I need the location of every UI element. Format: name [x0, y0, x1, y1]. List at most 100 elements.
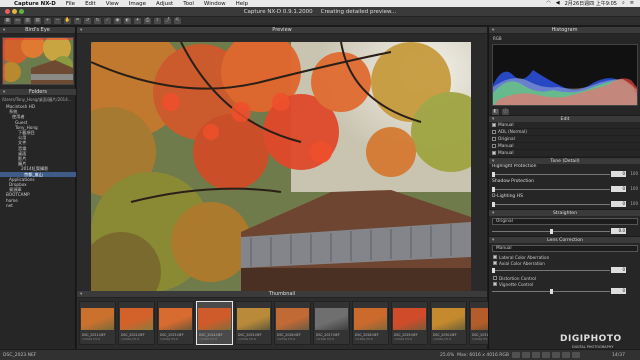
close-window-button[interactable]: [5, 9, 10, 14]
thumbnail-item[interactable]: DSC_2029.NEF 1/200s f/5.6: [391, 301, 428, 345]
compare-icon[interactable]: ▥: [24, 18, 31, 24]
straighten-header[interactable]: ▾ Straighten: [489, 209, 640, 216]
lens-slider[interactable]: 0: [492, 266, 638, 275]
browser-mode-icon[interactable]: [512, 352, 520, 358]
filmstrip-icon[interactable]: [522, 352, 530, 358]
edit-header[interactable]: ▾ Edit: [489, 115, 640, 122]
compare-mode-icon[interactable]: [552, 352, 560, 358]
zoom-in-icon[interactable]: +: [44, 18, 51, 24]
collapse-icon[interactable]: ▾: [492, 28, 494, 33]
white-balance-icon[interactable]: ◐: [124, 18, 131, 24]
thumbnail-item[interactable]: DSC_2023.NEF 1/200s f/5.6: [157, 301, 194, 345]
color-picker-icon[interactable]: ◉: [114, 18, 121, 24]
menu-file[interactable]: File: [61, 1, 80, 7]
edit-step-checkbox[interactable]: [492, 137, 496, 141]
tone-slider[interactable]: 0 100: [492, 200, 638, 209]
single-view-icon[interactable]: ▭: [14, 18, 21, 24]
zoom-out-icon[interactable]: −: [54, 18, 61, 24]
edit-step-checkbox[interactable]: [492, 130, 496, 134]
thumbnail-icon[interactable]: ▤: [34, 18, 41, 24]
dust-off-icon[interactable]: ✦: [134, 18, 141, 24]
tone-slider[interactable]: 0 100: [492, 170, 638, 179]
label-icon[interactable]: [562, 352, 570, 358]
slider-knob[interactable]: [550, 289, 553, 294]
straighten-value[interactable]: 0.0: [611, 228, 626, 234]
minimize-window-button[interactable]: [12, 9, 17, 14]
birdseye-view[interactable]: [2, 37, 74, 85]
slider-knob[interactable]: [492, 172, 495, 177]
vignette-slider[interactable]: 0: [492, 287, 638, 296]
collapse-icon[interactable]: ▾: [3, 28, 5, 33]
slider-knob[interactable]: [550, 229, 553, 234]
histogram-header[interactable]: ▾ Histogram: [489, 27, 640, 34]
notification-icon[interactable]: ≡: [630, 0, 634, 7]
thumbnail-item[interactable]: DSC_2026.NEF 1/250s f/5.6: [274, 301, 311, 345]
crop-tool-icon[interactable]: ⌗: [74, 18, 81, 24]
thumbnail-item[interactable]: DSC_2024.NEF 1/200s f/5.6: [196, 301, 233, 345]
edit-step-row[interactable]: Manual: [489, 150, 640, 157]
tone-slider[interactable]: 0 100: [492, 185, 638, 194]
thumbnail-item[interactable]: DSC_2028.NEF 1/160s f/5.6: [352, 301, 389, 345]
convert-icon[interactable]: ⇪: [154, 18, 161, 24]
preview-area[interactable]: [77, 34, 487, 294]
thumbnail-item[interactable]: DSC_2027.NEF 1/160s f/5.6: [313, 301, 350, 345]
birdseye-header[interactable]: ▾ Bird's Eye: [0, 27, 75, 34]
edit-step-row[interactable]: Manual: [489, 143, 640, 150]
zoom-window-button[interactable]: [19, 9, 24, 14]
menu-window[interactable]: Window: [199, 1, 231, 7]
menu-image[interactable]: Image: [124, 1, 151, 7]
slider-value[interactable]: 0: [611, 171, 626, 177]
straighten-slider[interactable]: 0.0: [492, 227, 638, 236]
menu-edit[interactable]: Edit: [80, 1, 101, 7]
preview-image[interactable]: [91, 42, 471, 294]
edit-step-checkbox[interactable]: [492, 144, 496, 148]
menu-tool[interactable]: Tool: [178, 1, 199, 7]
edit-step-row[interactable]: ADL (Normal): [489, 129, 640, 136]
folders-header[interactable]: ▾ Folders: [0, 89, 76, 96]
search-icon[interactable]: ⌕: [622, 0, 625, 7]
slider-value[interactable]: 0: [611, 201, 626, 207]
thumbnail-item[interactable]: DSC_2022.NEF 1/200s f/5.6: [118, 301, 155, 345]
volume-icon[interactable]: ◀: [556, 0, 560, 7]
tone-detail-header[interactable]: ▾ Tone (Detail): [489, 157, 640, 164]
wifi-icon[interactable]: ◠: [546, 0, 550, 7]
clock[interactable]: 2月26日週四 上午9:05: [565, 0, 617, 7]
open-with-icon[interactable]: ⇱: [174, 18, 181, 24]
folder-item[interactable]: net: [0, 203, 76, 208]
menu-adjust[interactable]: Adjust: [151, 1, 178, 7]
slider-knob[interactable]: [492, 202, 495, 207]
histogram-mode[interactable]: RGB: [493, 36, 502, 41]
rotate-left-icon[interactable]: ↺: [84, 18, 91, 24]
thumbnail-item[interactable]: DSC_2021.NEF 1/200s f/5.6: [79, 301, 116, 345]
slider-knob[interactable]: [492, 187, 495, 192]
collapse-icon[interactable]: ▾: [3, 90, 5, 95]
browser-icon[interactable]: ▦: [4, 18, 11, 24]
slider-knob[interactable]: [492, 268, 495, 273]
hand-tool-icon[interactable]: ✋: [64, 18, 71, 24]
thumbnail-item[interactable]: DSC_2025.NEF 1/250s f/5.6: [235, 301, 272, 345]
thumbnail-item[interactable]: DSC_2030.NEF 1/200s f/5.6: [430, 301, 467, 345]
rotate-right-icon[interactable]: ↻: [94, 18, 101, 24]
straighten-icon[interactable]: ⟋: [104, 18, 111, 24]
print-icon[interactable]: ⎙: [144, 18, 151, 24]
lens-mode-dropdown[interactable]: Manual: [492, 245, 638, 252]
straighten-dropdown[interactable]: Original: [492, 218, 638, 225]
thumbnail-image: [315, 308, 348, 330]
fullscreen-icon[interactable]: [542, 352, 550, 358]
lens-correction-header[interactable]: ▾ Lens Correction: [489, 236, 640, 243]
edit-step-checkbox[interactable]: [492, 151, 496, 155]
vignette-value[interactable]: 0: [611, 288, 626, 294]
share-icon[interactable]: ⤴: [164, 18, 171, 24]
edit-step-row[interactable]: Original: [489, 136, 640, 143]
collapse-icon[interactable]: ▾: [80, 28, 82, 33]
menu-help[interactable]: Help: [231, 1, 254, 7]
rating-icon[interactable]: [572, 352, 580, 358]
edit-step-row[interactable]: Manual: [489, 122, 640, 129]
grid-icon[interactable]: [532, 352, 540, 358]
slider-value[interactable]: 0: [611, 186, 626, 192]
collapse-icon[interactable]: ▾: [80, 292, 82, 297]
lens-value[interactable]: 0: [611, 267, 626, 273]
menu-view[interactable]: View: [101, 1, 124, 7]
edit-step-checkbox[interactable]: [492, 123, 496, 127]
app-menu[interactable]: Capture NX-D: [0, 1, 61, 7]
